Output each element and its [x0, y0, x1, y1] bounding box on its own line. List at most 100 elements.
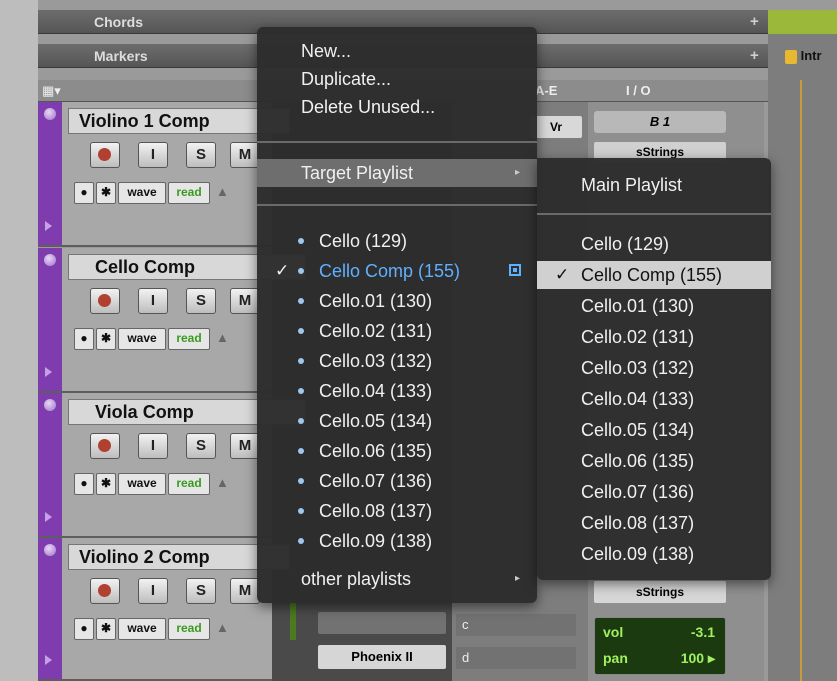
playlist-item[interactable]: Cello (129)	[257, 227, 537, 255]
menu-duplicate[interactable]: Duplicate...	[257, 65, 537, 93]
playlist-item[interactable]: Cello.06 (135)	[257, 437, 537, 465]
target-playlist-item[interactable]: Cello.06 (135)	[537, 447, 771, 475]
target-playlist-item[interactable]: Cello.01 (130)	[537, 292, 771, 320]
mute-button[interactable]: M	[230, 142, 260, 168]
input-monitor-button[interactable]: I	[138, 433, 168, 459]
playlist-item[interactable]: Cello.07 (136)	[257, 467, 537, 495]
send-slot-d[interactable]: d	[456, 647, 576, 669]
timebase-icon[interactable]: ●	[74, 182, 94, 204]
view-selector[interactable]: wave	[118, 473, 166, 495]
track-color-icon[interactable]	[44, 108, 56, 120]
target-playlist-item[interactable]: Cello.07 (136)	[537, 478, 771, 506]
automation-mode[interactable]: read	[168, 328, 210, 350]
track-color-icon[interactable]	[44, 544, 56, 556]
output-selector-b1[interactable]: B 1	[594, 111, 726, 133]
target-playlist-item[interactable]: Cello.03 (132)	[537, 354, 771, 382]
elastic-icon[interactable]: ✱	[96, 182, 116, 204]
expand-track-icon[interactable]	[45, 655, 52, 665]
input-monitor-button[interactable]: I	[138, 142, 168, 168]
marker-label: Intr	[800, 48, 822, 63]
track-color-icon[interactable]	[44, 254, 56, 266]
solo-button[interactable]: S	[186, 142, 216, 168]
submenu-main-playlist[interactable]: Main Playlist	[537, 171, 771, 199]
insert-slot-empty[interactable]	[318, 612, 446, 634]
playlist-item[interactable]: Cello.03 (132)	[257, 347, 537, 375]
view-selector[interactable]: wave	[118, 182, 166, 204]
column-view-icon[interactable]: ▦▾	[42, 83, 61, 99]
input-selector-bottom[interactable]: sStrings	[594, 581, 726, 603]
input-monitor-button[interactable]: I	[138, 578, 168, 604]
solo-button[interactable]: S	[186, 578, 216, 604]
track-violino-1[interactable]: Violino 1 Comp I S M ● ✱ wave read ▲	[38, 102, 290, 247]
expand-track-icon[interactable]	[45, 512, 52, 522]
expand-track-icon[interactable]	[45, 221, 52, 231]
timebase-icon[interactable]: ●	[74, 618, 94, 640]
playlist-item[interactable]: Cello.09 (138)	[257, 527, 537, 555]
playlist-item-label: Cello.02 (131)	[319, 321, 433, 341]
track-viola-comp[interactable]: Viola Comp I S M ● ✱ wave read ▲	[38, 393, 306, 538]
playlist-item-label: Cello.05 (134)	[319, 411, 433, 431]
input-monitor-button[interactable]: I	[138, 288, 168, 314]
menu-target-playlist[interactable]: Target Playlist ▸	[257, 159, 537, 187]
vol-label: vol	[603, 624, 624, 640]
target-playlist-item[interactable]: Cello Comp (155) ✓	[537, 261, 771, 289]
target-playlist-item[interactable]: Cello.02 (131)	[537, 323, 771, 351]
insert-phoenix[interactable]: Phoenix II	[318, 645, 446, 669]
elastic-icon[interactable]: ✱	[96, 473, 116, 495]
automation-mode[interactable]: read	[168, 182, 210, 204]
track-violino-2[interactable]: Violino 2 Comp I S M ● ✱ wave read ▲	[38, 538, 290, 681]
playlist-item[interactable]: Cello.02 (131)	[257, 317, 537, 345]
automation-mode[interactable]: read	[168, 618, 210, 640]
playlist-dot-icon	[298, 388, 304, 394]
solo-button[interactable]: S	[186, 288, 216, 314]
menu-other-playlists[interactable]: other playlists ▸	[257, 565, 537, 593]
playlist-item[interactable]: Cello.08 (137)	[257, 497, 537, 525]
marker-icon	[785, 49, 797, 64]
menu-separator	[257, 204, 537, 206]
add-marker-icon[interactable]: +	[750, 47, 759, 64]
target-playlist-item-label: Cello.01 (130)	[581, 296, 695, 316]
submenu-separator	[537, 213, 771, 215]
target-playlist-item[interactable]: Cello.05 (134)	[537, 416, 771, 444]
record-button[interactable]	[90, 433, 120, 459]
view-selector[interactable]: wave	[118, 328, 166, 350]
elastic-icon[interactable]: ✱	[96, 328, 116, 350]
playlist-item[interactable]: Cello.04 (133)	[257, 377, 537, 405]
playlist-item[interactable]: Cello Comp (155) ✓	[257, 257, 537, 285]
playlist-item[interactable]: Cello.05 (134)	[257, 407, 537, 435]
record-button[interactable]	[90, 142, 120, 168]
insert-slot-top[interactable]: Vr	[530, 116, 582, 138]
elastic-icon[interactable]: ✱	[96, 618, 116, 640]
timebase-icon[interactable]: ●	[74, 473, 94, 495]
vol-pan-display[interactable]: vol -3.1 pan 100 ▸	[594, 617, 726, 675]
expand-track-icon[interactable]	[45, 367, 52, 377]
timeline-area[interactable]	[768, 10, 837, 681]
mute-button[interactable]: M	[230, 578, 260, 604]
target-playlist-item[interactable]: Cello.04 (133)	[537, 385, 771, 413]
timebase-icon[interactable]: ●	[74, 328, 94, 350]
mute-button[interactable]: M	[230, 288, 260, 314]
target-playlist-item[interactable]: Cello (129)	[537, 230, 771, 258]
view-selector[interactable]: wave	[118, 618, 166, 640]
menu-new[interactable]: New...	[257, 37, 537, 65]
submenu-main-playlist-label: Main Playlist	[581, 175, 683, 195]
target-playlist-item[interactable]: Cello.09 (138)	[537, 540, 771, 568]
track-cello-comp[interactable]: Cello Comp I S M ● ✱ wave read ▲	[38, 248, 306, 393]
send-slot-c[interactable]: c	[456, 614, 576, 636]
playlist-item[interactable]: Cello.01 (130)	[257, 287, 537, 315]
menu-delete-unused[interactable]: Delete Unused...	[257, 93, 537, 121]
track-color-strip	[38, 102, 62, 245]
playlist-item-label: Cello (129)	[319, 231, 408, 251]
automation-mode[interactable]: read	[168, 473, 210, 495]
record-button[interactable]	[90, 288, 120, 314]
playlist-item-label: Cello.04 (133)	[319, 381, 433, 401]
add-chord-icon[interactable]: +	[750, 13, 759, 30]
solo-button[interactable]: S	[186, 433, 216, 459]
menu-target-playlist-label: Target Playlist	[301, 163, 414, 183]
target-playlist-item[interactable]: Cello.08 (137)	[537, 509, 771, 537]
marker-intro[interactable]: Intr	[785, 46, 837, 66]
chord-region[interactable]	[768, 10, 837, 34]
track-color-icon[interactable]	[44, 399, 56, 411]
mute-button[interactable]: M	[230, 433, 260, 459]
record-button[interactable]	[90, 578, 120, 604]
